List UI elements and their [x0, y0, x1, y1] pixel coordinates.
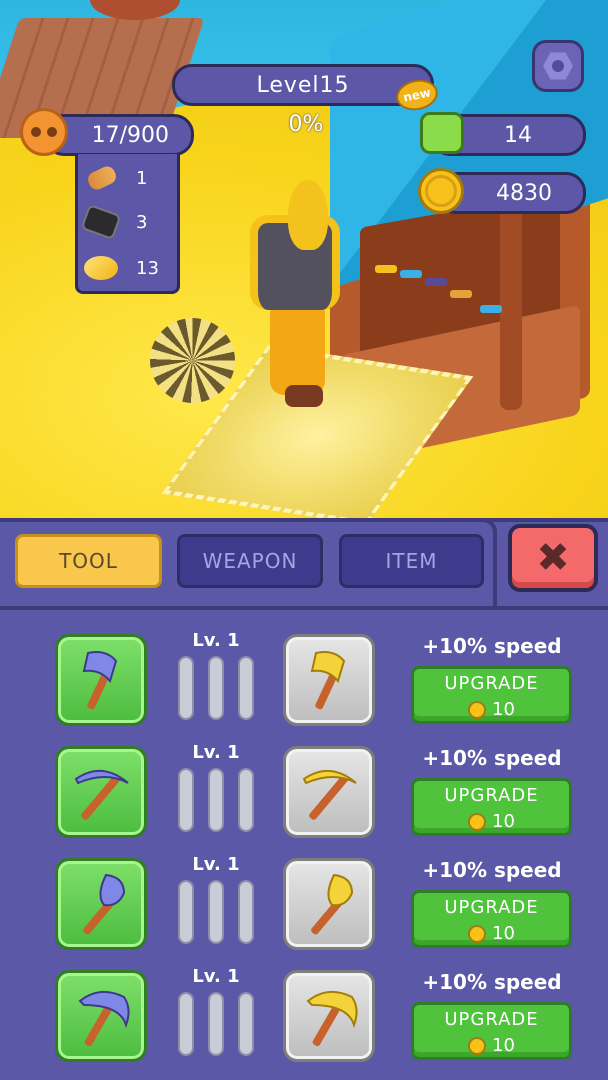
cost-value: 10	[492, 699, 515, 720]
bonus-text: +10% speed	[422, 634, 562, 658]
level-label: Level15	[256, 72, 350, 98]
resource-row-wood: 1	[78, 158, 178, 198]
tab-weapon[interactable]: WEAPON	[177, 534, 323, 588]
upgrade-button[interactable]: UPGRADE 10	[411, 890, 572, 948]
gold-ore-count: 13	[136, 257, 159, 279]
golden-axe-icon	[283, 634, 375, 726]
coal-count: 3	[136, 211, 148, 233]
upgrade-cost: 10	[414, 1035, 569, 1056]
golden-scythe-pick-icon	[283, 970, 375, 1062]
upgrade-label: UPGRADE	[444, 1009, 539, 1030]
upgrade-button[interactable]: UPGRADE 10	[411, 778, 572, 836]
progress-bar	[238, 880, 254, 944]
golden-pickaxe-icon	[283, 746, 375, 838]
progress-bar	[238, 768, 254, 832]
wood-icon	[85, 163, 119, 193]
tool-level: Lv. 1	[192, 854, 240, 875]
resource-row-coal: 3	[78, 202, 178, 242]
settings-button[interactable]	[532, 40, 584, 92]
wood-count: 1	[136, 167, 148, 189]
gem-icon	[420, 112, 464, 154]
level-progress-bars	[178, 768, 254, 832]
coin-count: 4830	[496, 180, 552, 206]
upgrade-cost: 10	[414, 811, 569, 832]
bonus-text: +10% speed	[422, 970, 562, 994]
level-progress-bars	[178, 880, 254, 944]
golden-shovel-icon	[283, 858, 375, 950]
spiky-creature	[150, 318, 235, 403]
coin-icon	[468, 924, 487, 943]
tool-row-axe: Lv. 1 +10% speed UPGRADE 10	[0, 630, 608, 742]
tab-tool[interactable]: TOOL	[15, 534, 162, 588]
tool-list: Lv. 1 +10% speed UPGRADE 10 Lv. 1 +10% s…	[0, 606, 608, 1080]
cost-value: 10	[492, 1035, 515, 1056]
tool-row-scythe-pick: Lv. 1 +10% speed UPGRADE 10	[0, 966, 608, 1078]
cost-value: 10	[492, 923, 515, 944]
resource-row-gold: 13	[78, 248, 178, 288]
level-pill: Level15	[172, 64, 434, 106]
progress-bar	[208, 992, 224, 1056]
level-progress-bars	[178, 992, 254, 1056]
coin-icon	[468, 812, 487, 831]
upgrade-label: UPGRADE	[444, 897, 539, 918]
upgrade-cost: 10	[414, 699, 569, 720]
barrel	[90, 0, 180, 20]
progress-bar	[178, 880, 194, 944]
scythe-pick-icon[interactable]	[55, 970, 147, 1062]
bag-capacity-value: 17/900	[91, 122, 169, 148]
progress-bar	[178, 768, 194, 832]
level-progress-bars	[178, 656, 254, 720]
progress-bar	[208, 880, 224, 944]
progress-bar	[238, 992, 254, 1056]
coal-icon	[80, 203, 122, 241]
progress-bar	[178, 992, 194, 1056]
upgrade-label: UPGRADE	[444, 673, 539, 694]
progress-bar	[238, 656, 254, 720]
progress-bar	[178, 656, 194, 720]
pickaxe-icon[interactable]	[55, 746, 147, 838]
coin-icon	[468, 1036, 487, 1055]
cost-value: 10	[492, 811, 515, 832]
gold-ore-icon	[84, 256, 118, 280]
progress-bar	[208, 768, 224, 832]
player-character	[240, 180, 350, 410]
close-button[interactable]: ✖	[508, 524, 598, 592]
coin-icon	[418, 168, 464, 214]
tool-level: Lv. 1	[192, 742, 240, 763]
shovel-icon[interactable]	[55, 858, 147, 950]
close-icon: ✖	[536, 535, 570, 581]
progress-bar	[208, 656, 224, 720]
bonus-text: +10% speed	[422, 858, 562, 882]
level-progress-text: 0%	[288, 112, 324, 137]
tool-row-pickaxe: Lv. 1 +10% speed UPGRADE 10	[0, 742, 608, 854]
tool-row-shovel: Lv. 1 +10% speed UPGRADE 10	[0, 854, 608, 966]
upgrade-cost: 10	[414, 923, 569, 944]
tool-level: Lv. 1	[192, 630, 240, 651]
tab-item[interactable]: ITEM	[339, 534, 484, 588]
bonus-text: +10% speed	[422, 746, 562, 770]
gear-icon	[543, 52, 573, 80]
tool-level: Lv. 1	[192, 966, 240, 987]
upgrade-label: UPGRADE	[444, 785, 539, 806]
upgrade-button[interactable]: UPGRADE 10	[411, 1002, 572, 1060]
gem-count: 14	[504, 122, 532, 148]
coin-icon	[468, 700, 487, 719]
bag-icon	[20, 108, 68, 156]
upgrade-button[interactable]: UPGRADE 10	[411, 666, 572, 724]
resource-panel: 1 3 13	[75, 154, 180, 294]
axe-icon[interactable]	[55, 634, 147, 726]
